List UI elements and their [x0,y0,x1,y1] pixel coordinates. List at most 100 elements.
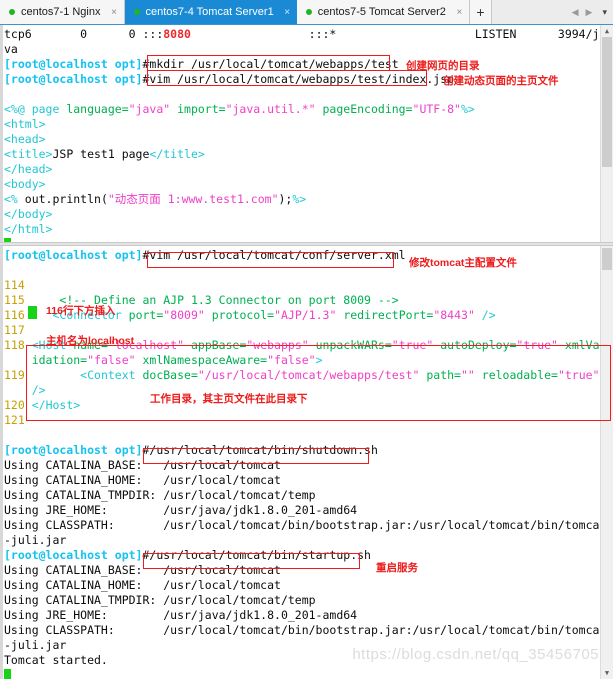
terminal-text: "8009" [163,308,205,322]
terminal-text: unpackWARs= [308,338,392,352]
scroll-down-icon[interactable]: ▼ [601,667,613,679]
terminal-text: Using CATALINA_HOME: /usr/local/tomcat [4,473,281,487]
terminal-text: path= [419,368,461,382]
terminal-text: <Context [80,368,143,382]
terminal-text: </title> [149,147,205,161]
tab-list-menu-icon[interactable]: ▾ [602,7,607,18]
config-annotation-text: 重启服务 [376,562,418,574]
terminal-text: port= [128,308,164,322]
terminal-line: 119 <Context docBase="/usr/local/tomcat/… [4,368,599,383]
terminal-text: [root@localhost opt] [4,72,143,86]
terminal-text: "java.util.*" [225,102,316,116]
terminal-text: "true" [557,368,600,382]
terminal-text: mkdir /usr/local/tomcat/webapps/test [149,57,399,71]
terminal-pane-top[interactable]: tcp6 0 0 :::8080 :::* LISTEN 3994/ja va [r… [0,25,613,242]
terminal-text: %> [460,102,475,116]
terminal-text: out.println( [24,192,108,206]
terminal-text: [root@localhost opt] [4,443,143,457]
command-annotation-text: 创建网页的目录 [406,60,480,72]
green-dot-icon [305,9,312,15]
terminal-line: <body> [4,177,594,192]
terminal-line: <%@ page language="java" import="java.ut… [4,102,594,117]
terminal-line: tcp6 0 0 :::8080 :::* LISTEN 3994/ja [4,27,606,42]
config-annotation-text: 工作目录，其主页文件在此目录下 [150,393,308,405]
terminal-text: "false" [267,353,316,367]
terminal-text: <html> [4,117,46,131]
close-icon[interactable]: × [282,7,293,18]
config-annotation-text: 116行下方插入 [46,305,116,317]
terminal-text: /> [31,383,46,397]
terminal-text: 114 [4,278,25,292]
terminal-line: [root@localhost opt]#mkdir /usr/local/to… [4,57,594,72]
tab-centos7-4-tomcat-server1[interactable]: centos7-4 Tomcat Server1 × [124,0,297,24]
close-icon[interactable]: × [109,7,120,18]
terminal-text: <%@ page [4,102,67,116]
scroll-tabs-left-icon[interactable]: ◀ [572,7,579,18]
tab-centos7-5-tomcat-server2[interactable]: centos7-5 Tomcat Server2 × [296,0,470,24]
terminal-text: Using CATALINA_TMPDIR: /usr/local/tomcat… [4,593,316,607]
terminal-line: </body> [4,207,594,222]
terminal-line: va [4,42,594,57]
terminal-text: "java" [128,102,171,116]
terminal-text: va [4,42,18,56]
terminal-line: <head> [4,132,594,147]
tab-label: centos7-5 Tomcat Server2 [317,6,446,18]
terminal-text: > [315,353,323,367]
terminal-text: "UTF-8" [412,102,461,116]
terminal-text: Using CATALINA_HOME: /usr/local/tomcat [4,578,281,592]
terminal-line: [root@localhost opt]#/usr/local/tomcat/b… [4,443,594,458]
config-annotation-text: 修改tomcat主配置文件 [409,257,517,269]
terminal-text: Using CLASSPATH: /usr/local/tomcat/bin/b… [4,518,607,532]
terminal-line: idation="false" xmlNamespaceAware="false… [4,353,594,368]
terminal-text: Using JRE_HOME: /usr/java/jdk1.8.0_201-a… [4,503,358,517]
terminal-text: 120 [4,398,25,412]
terminal-line: </html> [4,222,594,237]
insertion-point-marker [28,306,37,319]
terminal-text: Tomcat started. [4,653,108,667]
terminal-line: <% out.println("动态页面 1:www.test1.com");%… [4,192,594,207]
terminal-text: [root@localhost opt] [4,57,143,71]
terminal-text: "true" [391,338,434,352]
terminal-line [4,668,594,679]
block-cursor-icon [4,669,11,679]
terminal-line: 114 [4,278,594,293]
terminal-text: <% [4,192,25,206]
close-icon[interactable]: × [454,7,465,18]
terminal-text: idation= [31,353,88,367]
new-tab-button[interactable]: + [469,0,492,24]
terminal-text: JSP test1 page [52,147,150,161]
terminal-text: protocol= [204,308,275,322]
terminal-line: Using CLASSPATH: /usr/local/tomcat/bin/b… [4,518,606,533]
terminal-text: language= [66,102,129,116]
terminal-line: [root@localhost opt]#/usr/local/tomcat/b… [4,548,594,563]
command-annotation-text: 创建动态页面的主页文件 [443,75,559,87]
scrollbar-bottom-pane[interactable]: ▼ [600,246,613,679]
terminal-text: "webapps" [246,338,309,352]
terminal-output-top: tcp6 0 0 :::8080 :::* LISTEN 3994/ja va [r… [4,27,606,242]
terminal-text: <body> [4,177,46,191]
green-dot-icon [9,9,15,15]
terminal-text: appBase= [184,338,247,352]
terminal-text: redirectPort= [336,308,434,322]
config-annotation-text: 主机名为localhost [46,335,135,347]
terminal-line: Using CATALINA_BASE: /usr/local/tomcat [4,563,594,578]
scrollbar-top-pane[interactable]: ▲ [600,25,613,242]
terminal-text: docBase= [142,368,198,382]
terminal-line: Using JRE_HOME: /usr/java/jdk1.8.0_201-a… [4,608,594,623]
scroll-up-icon[interactable]: ▲ [601,25,613,37]
scroll-tabs-right-icon[interactable]: ▶ [586,7,593,18]
tab-centos7-1-nginx[interactable]: centos7-1 Nginx × [0,0,125,24]
terminal-text: reloadable= [474,368,558,382]
terminal-text: pageEncoding= [315,102,413,116]
terminal-line: -juli.jar [4,533,594,548]
scrollbar-thumb[interactable] [602,248,612,270]
scrollbar-thumb[interactable] [602,37,612,167]
terminal-text: </body> [4,207,53,221]
terminal-line: Using CLASSPATH: /usr/local/tomcat/bin/b… [4,623,606,638]
terminal-line: </head> [4,162,594,177]
terminal-text: -juli.jar [4,533,67,547]
green-dot-icon [133,9,140,15]
